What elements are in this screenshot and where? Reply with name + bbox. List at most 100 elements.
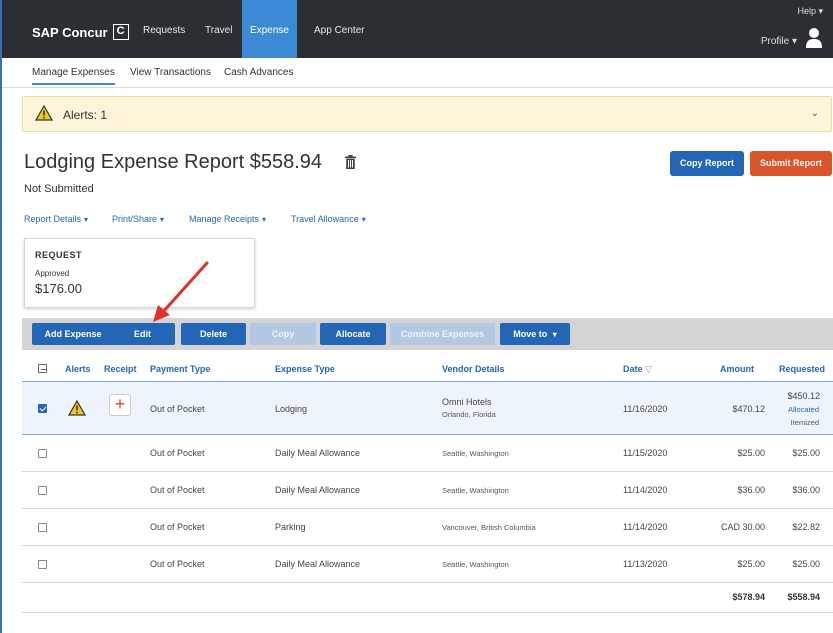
requested-amount: $22.82 (792, 522, 820, 532)
column-amount[interactable]: Amount (720, 364, 754, 374)
subnav-cash-advances[interactable]: Cash Advances (224, 67, 294, 78)
report-details-menu[interactable]: Report Details ▾ (24, 214, 88, 224)
vendor-location: Seattle, Washington (442, 560, 509, 569)
print-share-menu[interactable]: Print/Share ▾ (112, 214, 164, 224)
allocated-link[interactable]: Allocated (788, 405, 819, 414)
sort-filter-icon: ▽ (645, 364, 652, 374)
nav-requests[interactable]: Requests (133, 0, 195, 58)
request-card-amount: $176.00 (35, 281, 82, 296)
trash-icon[interactable] (345, 155, 356, 169)
nav-travel[interactable]: Travel (195, 0, 242, 58)
total-amount: $578.94 (732, 592, 765, 602)
row-checkbox[interactable] (38, 523, 47, 532)
total-requested: $558.94 (787, 592, 820, 602)
expense-date: 11/16/2020 (623, 404, 668, 414)
column-payment-type[interactable]: Payment Type (150, 364, 210, 374)
chevron-down-icon[interactable]: ⌄ (811, 108, 819, 119)
column-alerts[interactable]: Alerts (65, 364, 91, 374)
column-requested[interactable]: Requested (779, 364, 825, 374)
move-to-label: Move to (513, 329, 548, 339)
table-header: Alerts Receipt Payment Type Expense Type… (22, 358, 833, 380)
nav-expense[interactable]: Expense (242, 0, 297, 58)
user-avatar-icon[interactable] (805, 27, 823, 49)
column-receipt[interactable]: Receipt (104, 364, 137, 374)
requested-amount: $450.12 (787, 391, 820, 401)
print-share-label: Print/Share (112, 214, 158, 224)
column-date-label: Date (623, 364, 643, 374)
select-all-checkbox[interactable] (38, 364, 47, 373)
column-expense-type[interactable]: Expense Type (275, 364, 335, 374)
subnav-view-transactions[interactable]: View Transactions (130, 67, 211, 78)
expense-type: Daily Meal Allowance (275, 485, 361, 495)
payment-type: Out of Pocket (150, 522, 205, 532)
request-card-status: Approved (35, 269, 70, 278)
sap-concur-logo[interactable]: SAP Concur C (32, 24, 129, 40)
edit-button[interactable]: Edit (110, 323, 175, 345)
chevron-down-icon: ▾ (262, 215, 267, 224)
warning-icon (35, 105, 53, 121)
vendor-location: Seattle, Washington (442, 486, 509, 495)
expense-date: 11/14/2020 (623, 522, 668, 532)
profile-menu[interactable]: Profile ▾ (761, 36, 797, 47)
expense-type: Daily Meal Allowance (275, 448, 361, 458)
logo-text: SAP Concur (32, 24, 108, 40)
table-row[interactable]: Out of Pocket Daily Meal Allowance Seatt… (22, 436, 833, 472)
payment-type: Out of Pocket (150, 559, 205, 569)
row-checkbox[interactable] (38, 449, 47, 458)
travel-allowance-label: Travel Allowance (291, 214, 359, 224)
expense-amount: $36.00 (737, 485, 765, 495)
expense-amount: $25.00 (737, 559, 765, 569)
row-checkbox[interactable] (38, 560, 47, 569)
minus-icon (40, 368, 46, 370)
sub-navigation: Manage Expenses View Transactions Cash A… (2, 58, 833, 88)
itemized-label: Itemized (790, 418, 819, 427)
payment-type: Out of Pocket (150, 485, 205, 495)
expense-date: 11/15/2020 (623, 448, 668, 458)
submit-report-button[interactable]: Submit Report (750, 151, 832, 176)
column-date[interactable]: Date ▽ (623, 364, 652, 375)
vendor-location: Vancouver, British Columbia (442, 523, 536, 532)
requested-amount: $25.00 (792, 448, 820, 458)
alerts-label: Alerts: 1 (63, 108, 108, 122)
expense-amount: CAD 30.00 (720, 522, 765, 532)
move-to-button[interactable]: Move to ▾ (500, 323, 570, 345)
chevron-down-icon: ▾ (84, 215, 89, 224)
delete-button[interactable]: Delete (181, 323, 246, 345)
alerts-banner[interactable]: Alerts: 1 ⌄ (22, 96, 832, 132)
allocate-button[interactable]: Allocate (320, 323, 386, 345)
copy-report-button[interactable]: Copy Report (670, 151, 744, 176)
row-checkbox[interactable] (38, 404, 47, 413)
expense-date: 11/13/2020 (623, 559, 668, 569)
add-receipt-icon[interactable]: + (109, 394, 131, 416)
expense-type: Lodging (275, 404, 308, 414)
column-vendor-details[interactable]: Vendor Details (442, 364, 505, 374)
top-navigation: SAP Concur C Requests Travel Expense App… (2, 0, 833, 58)
manage-receipts-menu[interactable]: Manage Receipts ▾ (189, 214, 266, 224)
expense-type: Parking (275, 522, 306, 532)
expense-amount: $25.00 (737, 448, 765, 458)
request-card[interactable]: REQUEST Approved $176.00 (24, 238, 255, 308)
combine-expenses-button[interactable]: Combine Expenses (390, 323, 495, 345)
report-details-label: Report Details (24, 214, 82, 224)
report-status: Not Submitted (24, 183, 94, 195)
table-row[interactable]: Out of Pocket Parking Vancouver, British… (22, 510, 833, 546)
travel-allowance-menu[interactable]: Travel Allowance ▾ (291, 214, 366, 224)
add-expense-button[interactable]: Add Expense (32, 323, 114, 345)
subnav-manage-expenses[interactable]: Manage Expenses (32, 67, 115, 85)
vendor-location: Orlando, Florida (442, 410, 496, 419)
copy-button[interactable]: Copy (250, 323, 316, 345)
app-frame: SAP Concur C Requests Travel Expense App… (0, 0, 833, 633)
table-row[interactable]: + Out of Pocket Lodging Omni Hotels Orla… (22, 381, 833, 435)
vendor-location: Seattle, Washington (442, 449, 509, 458)
totals-row: $578.94 $558.94 (22, 583, 833, 613)
nav-app-center[interactable]: App Center (304, 0, 375, 58)
table-row[interactable]: Out of Pocket Daily Meal Allowance Seatt… (22, 473, 833, 509)
manage-receipts-label: Manage Receipts (189, 214, 260, 224)
chevron-down-icon: ▾ (361, 215, 366, 224)
vendor-name: Omni Hotels (442, 397, 492, 407)
table-row[interactable]: Out of Pocket Daily Meal Allowance Seatt… (22, 547, 833, 583)
warning-icon[interactable] (68, 400, 86, 416)
expense-toolbar: Add Expense Edit Delete Copy Allocate Co… (22, 318, 833, 350)
row-checkbox[interactable] (38, 486, 47, 495)
help-menu[interactable]: Help ▾ (797, 6, 823, 17)
